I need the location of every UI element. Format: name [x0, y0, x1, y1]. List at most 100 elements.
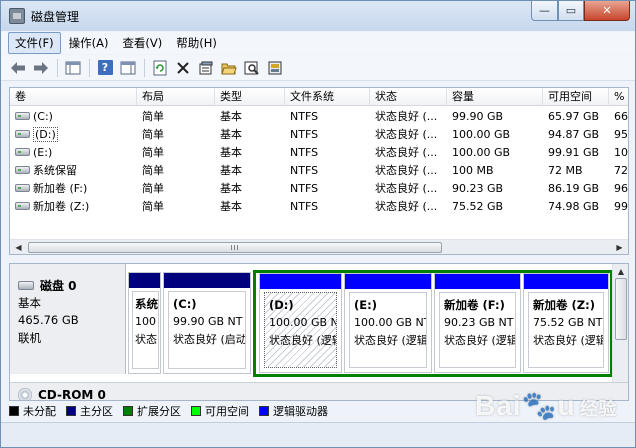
horizontal-scrollbar[interactable]: ◀ III ▶ — [10, 239, 628, 254]
partition-size: 75.52 GB NT — [533, 316, 603, 329]
scroll-left-arrow-icon[interactable]: ◀ — [13, 242, 24, 253]
menu-file[interactable]: 文件(F) — [8, 32, 61, 54]
volume-icon — [15, 112, 30, 120]
free-space-cell: 72 MB — [548, 164, 583, 177]
explore-icon[interactable] — [241, 57, 263, 79]
partition-status: 状态良好 (逻辑 — [444, 334, 516, 347]
vertical-scrollbar[interactable]: ▲ — [612, 264, 628, 382]
refresh-icon[interactable] — [149, 57, 171, 79]
partition-size: 100.00 GB N — [269, 316, 337, 329]
scroll-right-arrow-icon[interactable]: ▶ — [614, 242, 625, 253]
filesystem-cell: NTFS — [290, 200, 319, 213]
column-header-volume[interactable]: 卷 — [10, 88, 137, 106]
volume-list[interactable]: 卷 布局 类型 文件系统 状态 容量 可用空间 % (C:) 简单 基本 NTF… — [9, 87, 629, 255]
disk-management-window: 磁盘管理 — ▭ ✕ 文件(F) 操作(A) 查看(V) 帮助(H) ? 卷 布… — [0, 0, 636, 448]
legend-label: 未分配 — [23, 405, 56, 418]
menu-action[interactable]: 操作(A) — [63, 33, 115, 53]
column-header-filesystem[interactable]: 文件系统 — [285, 88, 370, 106]
legend-swatch — [9, 406, 19, 416]
partition-color-bar — [260, 274, 341, 289]
partition-d[interactable]: (D:) 100.00 GB N 状态良好 (逻辑 — [259, 273, 342, 373]
partition-e[interactable]: (E:) 100.00 GB NT 状态良好 (逻辑 — [344, 273, 432, 373]
console-tree-icon[interactable] — [62, 57, 84, 79]
capacity-cell: 75.52 GB — [452, 200, 504, 213]
toolbar-separator — [57, 58, 58, 77]
table-row[interactable]: (D:) 简单 基本 NTFS 状态良好 (... 100.00 GB 94.8… — [10, 126, 628, 144]
column-header-percent-free[interactable]: % — [609, 88, 628, 106]
table-row[interactable]: (E:) 简单 基本 NTFS 状态良好 (... 100.00 GB 99.9… — [10, 144, 628, 162]
window-title: 磁盘管理 — [31, 10, 80, 24]
disk-settings-icon[interactable] — [264, 57, 286, 79]
scroll-up-arrow-icon[interactable]: ▲ — [616, 266, 626, 276]
menu-view[interactable]: 查看(V) — [116, 33, 168, 53]
partition-color-bar — [435, 274, 520, 289]
open-folder-icon[interactable] — [218, 57, 240, 79]
partition-color-bar — [345, 274, 431, 289]
filesystem-cell: NTFS — [290, 128, 319, 141]
type-cell: 基本 — [220, 182, 242, 195]
table-row[interactable]: 新加卷 (F:) 简单 基本 NTFS 状态良好 (... 90.23 GB 8… — [10, 180, 628, 198]
partition-status: 状态 — [135, 333, 157, 346]
legend-swatch — [66, 406, 76, 416]
disk-name: 磁盘 0 — [40, 279, 77, 293]
forward-arrow-icon[interactable] — [30, 57, 52, 79]
disk-0-label[interactable]: 磁盘 0 基本 465.76 GB 联机 — [10, 264, 126, 374]
cdrom-name: CD-ROM 0 — [38, 388, 106, 401]
properties-icon[interactable] — [195, 57, 217, 79]
horizontal-scroll-thumb[interactable]: III — [28, 242, 442, 253]
percent-free-cell: 95 — [614, 128, 628, 141]
column-header-free-space[interactable]: 可用空间 — [543, 88, 609, 106]
partition-c[interactable]: (C:) 99.90 GB NT 状态良好 (启动 — [163, 272, 251, 374]
column-header-status[interactable]: 状态 — [370, 88, 447, 106]
capacity-cell: 100.00 GB — [452, 128, 511, 141]
volume-list-header: 卷 布局 类型 文件系统 状态 容量 可用空间 % — [10, 88, 628, 106]
properties-pane-icon[interactable] — [117, 57, 139, 79]
percent-free-cell: 99 — [614, 200, 628, 213]
table-row[interactable]: 新加卷 (Z:) 简单 基本 NTFS 状态良好 (... 75.52 GB 7… — [10, 198, 628, 216]
volume-name: 新加卷 (F:) — [33, 182, 88, 195]
cd-rom-icon — [18, 388, 32, 400]
minimize-button[interactable]: — — [531, 1, 558, 21]
column-header-capacity[interactable]: 容量 — [447, 88, 543, 106]
partition-color-bar — [164, 273, 250, 288]
disk-icon — [18, 281, 34, 290]
watermark-suffix: 经验 — [579, 399, 618, 419]
menu-help[interactable]: 帮助(H) — [170, 33, 223, 53]
partition-f[interactable]: 新加卷 (F:) 90.23 GB NT 状态良好 (逻辑 — [434, 273, 521, 373]
watermark-brand: Bai — [475, 390, 522, 421]
menu-bar: 文件(F) 操作(A) 查看(V) 帮助(H) — [1, 32, 635, 54]
close-button[interactable]: ✕ — [584, 1, 630, 21]
title-bar[interactable]: 磁盘管理 — ▭ ✕ — [1, 1, 635, 31]
type-cell: 基本 — [220, 200, 242, 213]
partition-title: (C:) — [173, 297, 197, 311]
free-space-cell: 94.87 GB — [548, 128, 600, 141]
filesystem-cell: NTFS — [290, 110, 319, 123]
layout-cell: 简单 — [142, 110, 164, 123]
vertical-scroll-thumb[interactable] — [615, 278, 627, 340]
disk-graphical-view[interactable]: 磁盘 0 基本 465.76 GB 联机 系统 100 状态 (C:) 99.9… — [9, 263, 629, 401]
partition-color-bar — [129, 273, 160, 288]
back-arrow-icon[interactable] — [7, 57, 29, 79]
volume-name: (D:) — [33, 127, 58, 142]
legend-label: 逻辑驱动器 — [273, 405, 328, 418]
column-header-type[interactable]: 类型 — [215, 88, 285, 106]
status-cell: 状态良好 (... — [375, 200, 438, 213]
legend-swatch — [259, 406, 269, 416]
filesystem-cell: NTFS — [290, 164, 319, 177]
partition-system-reserved[interactable]: 系统 100 状态 — [128, 272, 161, 374]
help-icon[interactable]: ? — [94, 57, 116, 79]
delete-icon[interactable] — [172, 57, 194, 79]
percent-free-cell: 96 — [614, 182, 628, 195]
free-space-cell: 99.91 GB — [548, 146, 600, 159]
maximize-button[interactable]: ▭ — [558, 1, 584, 21]
table-row[interactable]: (C:) 简单 基本 NTFS 状态良好 (... 99.90 GB 65.97… — [10, 108, 628, 126]
capacity-cell: 100.00 GB — [452, 146, 511, 159]
toolbar: ? — [1, 55, 635, 81]
column-header-layout[interactable]: 布局 — [137, 88, 215, 106]
type-cell: 基本 — [220, 128, 242, 141]
partition-status: 状态良好 (逻辑 — [533, 334, 604, 347]
table-row[interactable]: 系统保留 简单 基本 NTFS 状态良好 (... 100 MB 72 MB 7… — [10, 162, 628, 180]
partition-title: (D:) — [269, 298, 294, 312]
status-cell: 状态良好 (... — [375, 146, 438, 159]
partition-z[interactable]: 新加卷 (Z:) 75.52 GB NT 状态良好 (逻辑 — [523, 273, 609, 373]
